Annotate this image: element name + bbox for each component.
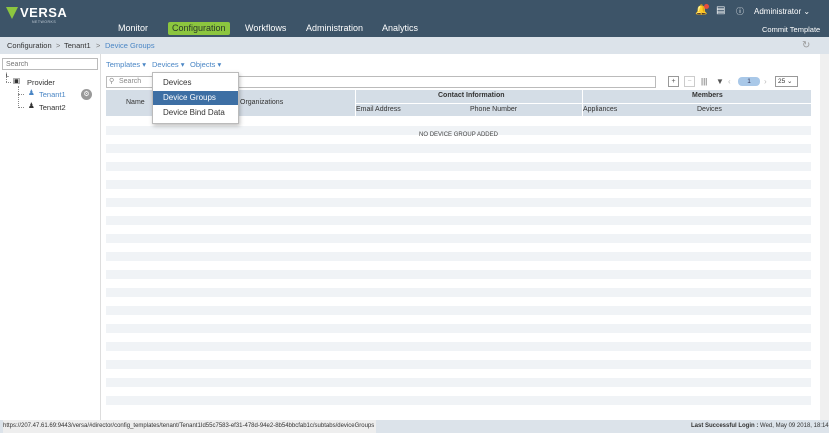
next-page-icon[interactable]: › [764, 76, 767, 87]
nav-administration[interactable]: Administration [306, 22, 363, 35]
status-url: https://207.47.61.69:9443/versa/#directo… [3, 420, 377, 433]
tenant-tree-panel: └ ▣ Provider ♟ Tenant1 ⚙ ♟ Tenant2 [0, 54, 101, 420]
device-groups-table: Name Organizations Contact Information E… [106, 90, 811, 416]
breadcrumb-configuration[interactable]: Configuration [7, 37, 52, 54]
table-row [106, 387, 811, 396]
breadcrumb-separator: > [96, 41, 101, 50]
table-row [106, 171, 811, 180]
current-page[interactable]: 1 [738, 77, 760, 86]
user-name: Administrator [754, 7, 802, 16]
logo-text: VERSA [20, 5, 68, 20]
table-row [106, 315, 811, 324]
page-size-select[interactable]: 25 ⌄ [775, 76, 798, 87]
table-row [106, 342, 811, 351]
chevron-down-icon: ⌄ [803, 7, 811, 16]
subtab-objects[interactable]: Objects ▾ [190, 60, 221, 69]
table-row [106, 405, 811, 414]
tree-search-input[interactable] [2, 58, 98, 70]
subtab-templates[interactable]: Templates ▾ [106, 60, 146, 69]
chevron-down-icon: ⌄ [787, 78, 793, 85]
table-row [106, 162, 811, 171]
column-devices[interactable]: Devices [697, 106, 722, 113]
table-row [106, 396, 811, 405]
provider-icon: ▣ [13, 76, 21, 85]
table-row [106, 270, 811, 279]
menu-item-device-groups[interactable]: Device Groups [153, 91, 238, 105]
table-row [106, 189, 811, 198]
prev-page-icon[interactable]: ‹ [728, 76, 731, 87]
breadcrumb-device-groups: Device Groups [105, 41, 155, 50]
add-icon[interactable]: + [668, 76, 679, 87]
tree-item-tenant1[interactable]: Tenant1 [39, 90, 66, 99]
commit-template-button[interactable]: Commit Template [762, 25, 820, 34]
tasks-icon[interactable]: ▤ [716, 5, 725, 16]
subtab-devices[interactable]: Devices ▾ [152, 60, 185, 69]
tree-item-tenant2[interactable]: Tenant2 [39, 103, 66, 112]
table-row [106, 198, 811, 207]
table-row [106, 297, 811, 306]
table-row [106, 288, 811, 297]
notification-badge [704, 4, 709, 9]
table-row [106, 180, 811, 189]
column-organizations[interactable]: Organizations [240, 99, 283, 106]
table-row [106, 351, 811, 360]
status-bar: https://207.47.61.69:9443/versa/#directo… [0, 420, 829, 433]
table-row [106, 225, 811, 234]
versa-logo[interactable]: VERSA NETWORKS [6, 5, 68, 29]
settings-icon[interactable]: ⚙ [81, 89, 92, 100]
table-row [106, 153, 811, 162]
column-appliances[interactable]: Appliances [583, 106, 617, 113]
table-row [106, 261, 811, 270]
table-row [106, 369, 811, 378]
table-row [106, 360, 811, 369]
table-row [106, 234, 811, 243]
tree-expand-icon[interactable]: └ [4, 74, 9, 81]
menu-item-devices[interactable]: Devices [153, 76, 238, 90]
top-navbar: VERSA NETWORKS Monitor Configuration Wor… [0, 0, 829, 37]
breadcrumb-separator: > [56, 41, 61, 50]
filter-icon[interactable]: ▼ [716, 76, 724, 87]
last-login: Last Successful Login : Wed, May 09 2018… [691, 423, 829, 429]
nav-monitor[interactable]: Monitor [118, 22, 148, 35]
column-email[interactable]: Email Address [356, 106, 401, 113]
column-name[interactable]: Name [126, 99, 145, 106]
search-icon: ⚲ [109, 78, 115, 85]
menu-item-device-bind-data[interactable]: Device Bind Data [153, 106, 238, 120]
column-phone[interactable]: Phone Number [470, 106, 517, 113]
versa-logo-mark-icon [6, 7, 18, 19]
table-row [106, 324, 811, 333]
table-row [106, 207, 811, 216]
table-row [106, 378, 811, 387]
logo-subtext: NETWORKS [32, 20, 57, 24]
devices-dropdown-menu: Devices Device Groups Device Bind Data [152, 72, 239, 124]
table-row [106, 243, 811, 252]
table-row [106, 144, 811, 153]
tenant-icon: ♟ [28, 101, 35, 110]
page-scrollbar[interactable] [820, 54, 829, 420]
columns-icon[interactable]: ||| [701, 76, 707, 87]
empty-table-message: NO DEVICE GROUP ADDED [419, 132, 498, 138]
table-row [106, 252, 811, 261]
column-group-members: Members [692, 92, 723, 99]
breadcrumb-tenant[interactable]: Tenant1 [64, 37, 91, 54]
breadcrumb: Configuration > Tenant1 > Device Groups … [0, 37, 829, 54]
refresh-icon[interactable]: ↻ [802, 37, 810, 54]
table-row [106, 333, 811, 342]
nav-analytics[interactable]: Analytics [382, 22, 418, 35]
table-row [106, 306, 811, 315]
user-menu[interactable]: ⓘ Administrator ⌄ [736, 6, 810, 17]
column-group-contact: Contact Information [438, 92, 505, 99]
nav-configuration[interactable]: Configuration [168, 22, 230, 35]
table-row [106, 279, 811, 288]
tree-item-provider[interactable]: Provider [27, 78, 55, 87]
table-row [106, 216, 811, 225]
delete-icon[interactable]: − [684, 76, 695, 87]
info-icon[interactable]: ⓘ [736, 7, 744, 16]
nav-workflows[interactable]: Workflows [245, 22, 286, 35]
tenant-icon: ♟ [28, 88, 35, 97]
